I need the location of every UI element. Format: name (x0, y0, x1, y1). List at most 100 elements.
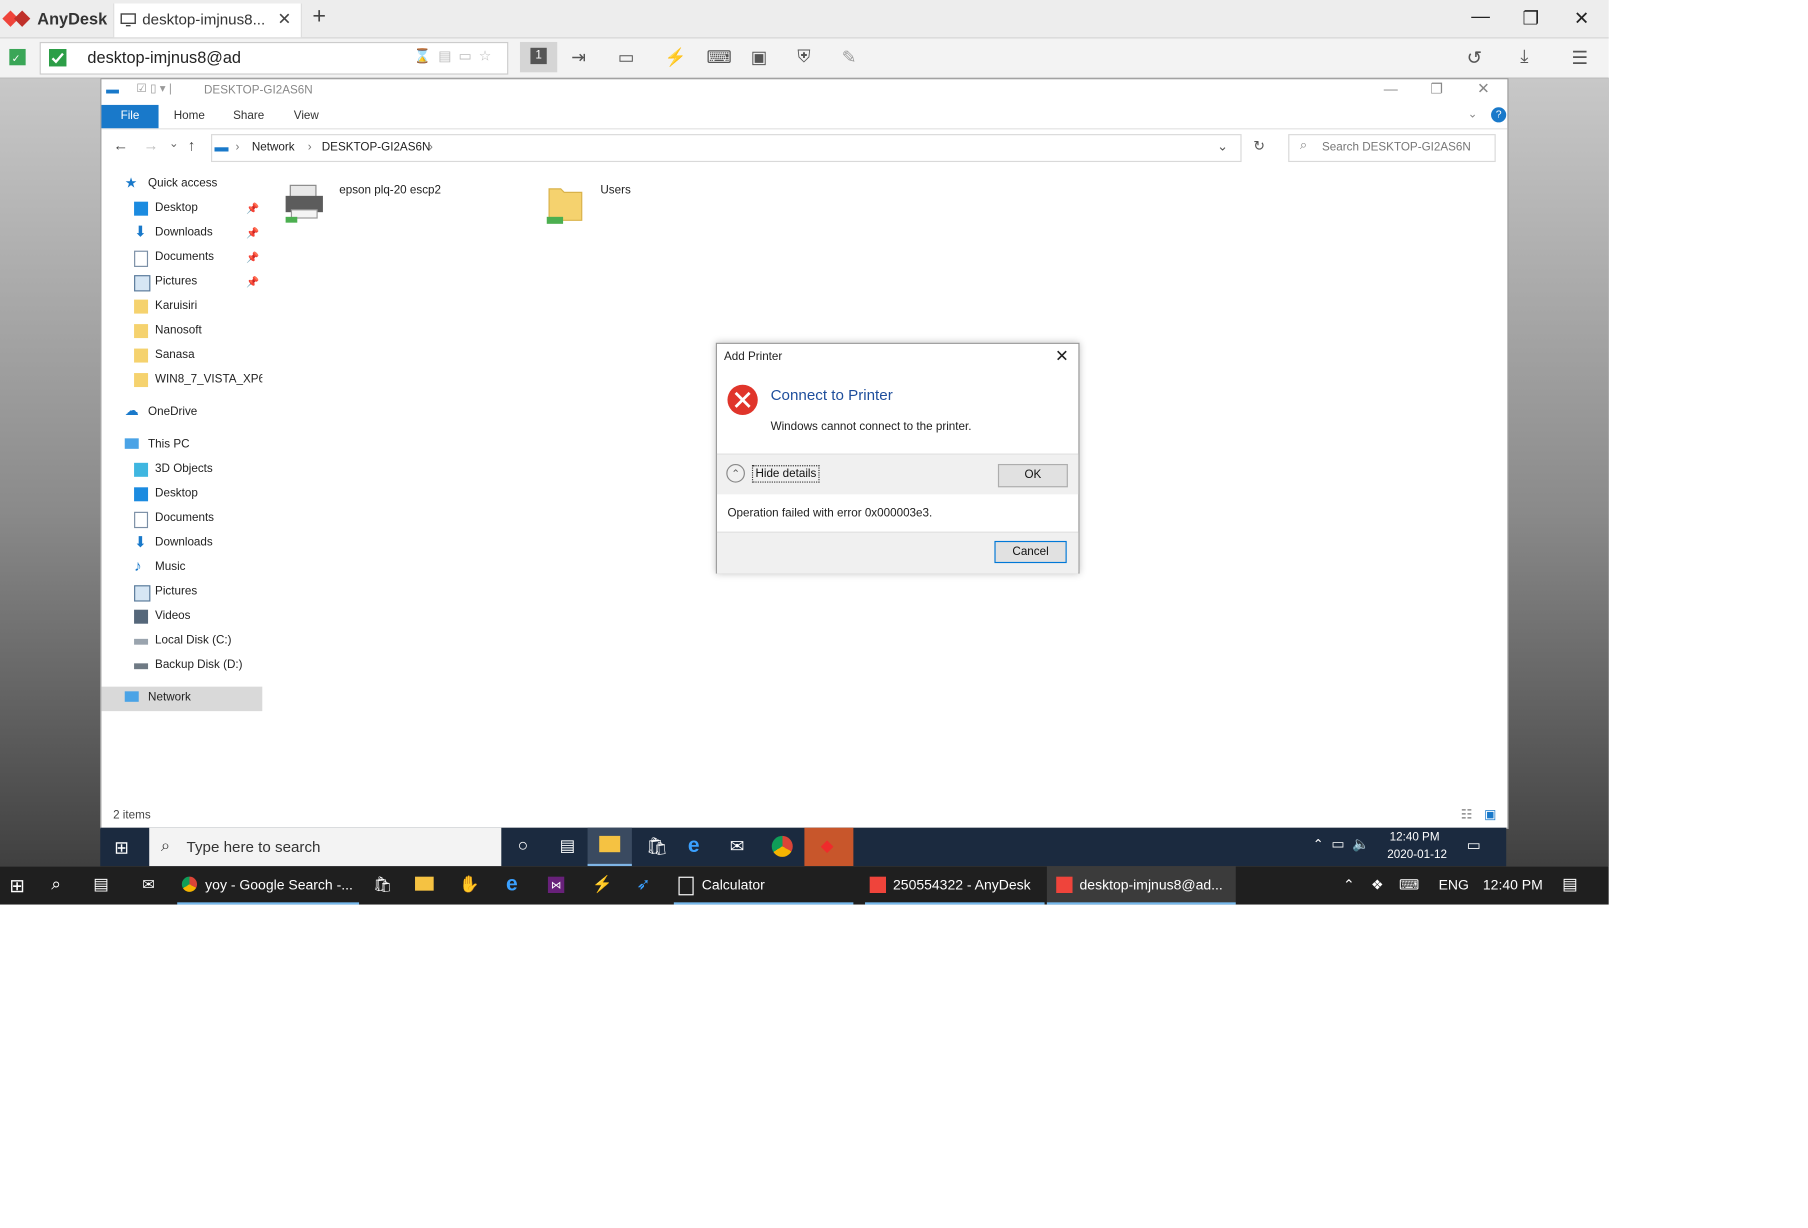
search-box[interactable]: ⌕ Search DESKTOP-GI2AS6N (1288, 134, 1496, 163)
network-tray-icon[interactable]: ▭ (1331, 836, 1344, 852)
nav-pc-videos[interactable]: Videos (101, 605, 262, 629)
cortana-icon[interactable]: ○ (518, 836, 529, 856)
edge-icon[interactable]: e (506, 872, 518, 896)
notifications-icon[interactable]: ▭ (1467, 836, 1481, 855)
windows-start-icon[interactable]: ⊞ (114, 837, 129, 858)
folder-icon[interactable] (415, 876, 434, 891)
nav-pc-documents[interactable]: Documents (101, 507, 262, 531)
explorer-close-icon[interactable]: ✕ (1477, 79, 1490, 98)
tab-file[interactable]: File (101, 104, 159, 129)
nav-quick-win8[interactable]: WIN8_7_VISTA_XP64 (101, 368, 262, 392)
file-item-users[interactable]: Users (544, 182, 684, 233)
task-view-icon[interactable]: ▤ (93, 874, 108, 894)
file-transfer-icon[interactable]: ⇥ (571, 47, 597, 70)
nav-quick-downloads[interactable]: ⬇ Downloads 📌 (101, 222, 262, 246)
details-view-icon[interactable]: ☷ (1461, 807, 1473, 822)
nav-pc-downloads[interactable]: ⬇ Downloads (101, 532, 262, 556)
ok-button[interactable]: OK (997, 463, 1068, 488)
address-dropdown-icon[interactable]: ⌄ (1217, 139, 1228, 154)
back-icon[interactable]: ← (113, 136, 128, 153)
chevron-up-icon[interactable]: ⌃ (726, 463, 745, 483)
windows-start-icon[interactable]: ⊞ (9, 874, 25, 897)
large-icons-view-icon[interactable]: ▣ (1484, 807, 1496, 822)
hide-details-button[interactable]: Hide details (751, 465, 820, 483)
pin-icon[interactable]: 📌 (246, 203, 259, 216)
language-indicator[interactable]: ENG (1439, 877, 1469, 893)
nav-onedrive[interactable]: ☁ OneDrive (101, 401, 262, 425)
taskbar-anydesk-window-1[interactable]: 250554322 - AnyDesk (865, 866, 1045, 905)
mail-icon[interactable]: ✉ (730, 836, 745, 857)
nav-pc-desktop[interactable]: Desktop (101, 483, 262, 507)
nav-pc-3d-objects[interactable]: 3D Objects (101, 458, 262, 482)
nav-quick-access[interactable]: ★ Quick access (101, 173, 262, 197)
nav-pc-backup-disk[interactable]: Backup Disk (D:) (101, 654, 262, 678)
explorer-maximize-icon[interactable]: ❐ (1430, 80, 1443, 96)
tray-overflow-icon[interactable]: ⌃ (1343, 877, 1355, 893)
pin-icon[interactable]: 📌 (246, 276, 259, 289)
notifications-icon[interactable]: ▤ (1562, 874, 1577, 894)
breadcrumb-computer[interactable]: DESKTOP-GI2AS6N (322, 141, 431, 154)
ribbon-expand-icon[interactable]: ⌄ (1468, 108, 1478, 121)
volume-icon[interactable]: 🔈 (1352, 836, 1369, 852)
refresh-icon[interactable]: ↻ (1253, 138, 1265, 154)
nav-quick-documents[interactable]: Documents 📌 (101, 246, 262, 270)
store-icon[interactable]: 🛍 (373, 876, 392, 895)
whiteboard-icon[interactable]: ✎ (842, 47, 868, 70)
cancel-button[interactable]: Cancel (994, 540, 1067, 564)
dropbox-icon[interactable]: ❖ (1371, 877, 1384, 893)
address-box[interactable]: ▬ › Network › DESKTOP-GI2AS6N › ⌄ (211, 134, 1242, 163)
nav-pc-music[interactable]: ♪ Music (101, 556, 262, 580)
forward-icon[interactable]: → (143, 136, 158, 153)
new-tab-icon[interactable]: + (312, 3, 326, 30)
remote-clock-date[interactable]: 2020-01-12 (1387, 849, 1447, 862)
taskbar-calculator-window[interactable]: Calculator (673, 866, 854, 905)
edge-icon[interactable]: e (688, 834, 700, 858)
close-window-icon[interactable]: ✕ (1574, 7, 1590, 30)
local-clock-time[interactable]: 12:40 PM (1483, 877, 1543, 893)
nav-quick-nanosoft[interactable]: Nanosoft (101, 319, 262, 343)
permissions-icon[interactable]: ⛨ (797, 47, 823, 70)
pin-icon[interactable]: 📌 (246, 252, 259, 265)
nav-quick-pictures[interactable]: Pictures 📌 (101, 270, 262, 294)
breadcrumb-network[interactable]: Network (252, 141, 295, 154)
tray-overflow-icon[interactable]: ⌃ (1313, 837, 1324, 852)
taskbar-anydesk-window-2[interactable]: desktop-imjnus8@ad... (1046, 866, 1236, 905)
download-icon[interactable]: ⤓ (1520, 47, 1546, 70)
menu-icon[interactable]: ☰ (1571, 47, 1597, 70)
store-icon[interactable]: 🛍 (646, 836, 668, 857)
pin-icon[interactable]: 📌 (246, 227, 259, 240)
feather-app-icon[interactable]: ➶ (637, 874, 651, 894)
nav-pc-local-disk[interactable]: Local Disk (C:) (101, 630, 262, 654)
visual-studio-icon[interactable]: ⋈ (547, 876, 565, 894)
display-icon[interactable]: ▣ (751, 47, 777, 70)
dialog-close-icon[interactable]: ✕ (1055, 346, 1069, 366)
help-icon[interactable]: ? (1491, 107, 1507, 123)
nav-quick-karuisiri[interactable]: Karuisiri (101, 295, 262, 319)
nav-network[interactable]: Network (101, 686, 263, 712)
mail-icon[interactable]: ✉ (142, 876, 155, 895)
task-view-icon[interactable]: ▤ (560, 836, 575, 856)
nav-pc-pictures[interactable]: Pictures (101, 581, 262, 605)
taskbar-chrome-window[interactable]: yoy - Google Search -... (177, 866, 360, 905)
explorer-minimize-icon[interactable]: — (1384, 80, 1398, 96)
nav-quick-sanasa[interactable]: Sanasa (101, 344, 262, 368)
quick-toolbar-icon[interactable]: ☑ ▯ ▾ | (136, 83, 171, 96)
monitor-select-button[interactable]: 1 (519, 41, 558, 73)
remote-clock-time[interactable]: 12:40 PM (1390, 831, 1440, 844)
address-actions-icon[interactable]: ⌛▤▭☆ (414, 48, 498, 64)
history-icon[interactable]: ↺ (1467, 47, 1493, 70)
session-tab[interactable]: desktop-imjnus8... ✕ (113, 3, 302, 38)
keyboard-icon[interactable]: ⌨ (1399, 877, 1419, 893)
address-bar[interactable]: desktop-imjnus8@ad ⌛▤▭☆ (39, 41, 509, 75)
minimize-icon[interactable]: — (1471, 7, 1490, 28)
close-tab-icon[interactable]: ✕ (277, 9, 291, 29)
keyboard-icon[interactable]: ⌨ (706, 47, 732, 70)
restore-icon[interactable]: ❐ (1523, 7, 1540, 30)
tab-view[interactable]: View (294, 110, 319, 123)
search-icon[interactable]: ⌕ (51, 874, 61, 894)
remote-desktop[interactable]: ▬ ☑ ▯ ▾ | DESKTOP-GI2AS6N — ❐ ✕ File Hom… (0, 78, 1609, 867)
nav-this-pc[interactable]: This PC (101, 434, 262, 458)
chat-icon[interactable]: ▭ (618, 47, 644, 70)
nav-quick-desktop[interactable]: Desktop 📌 (101, 197, 262, 221)
tab-home[interactable]: Home (174, 110, 205, 123)
